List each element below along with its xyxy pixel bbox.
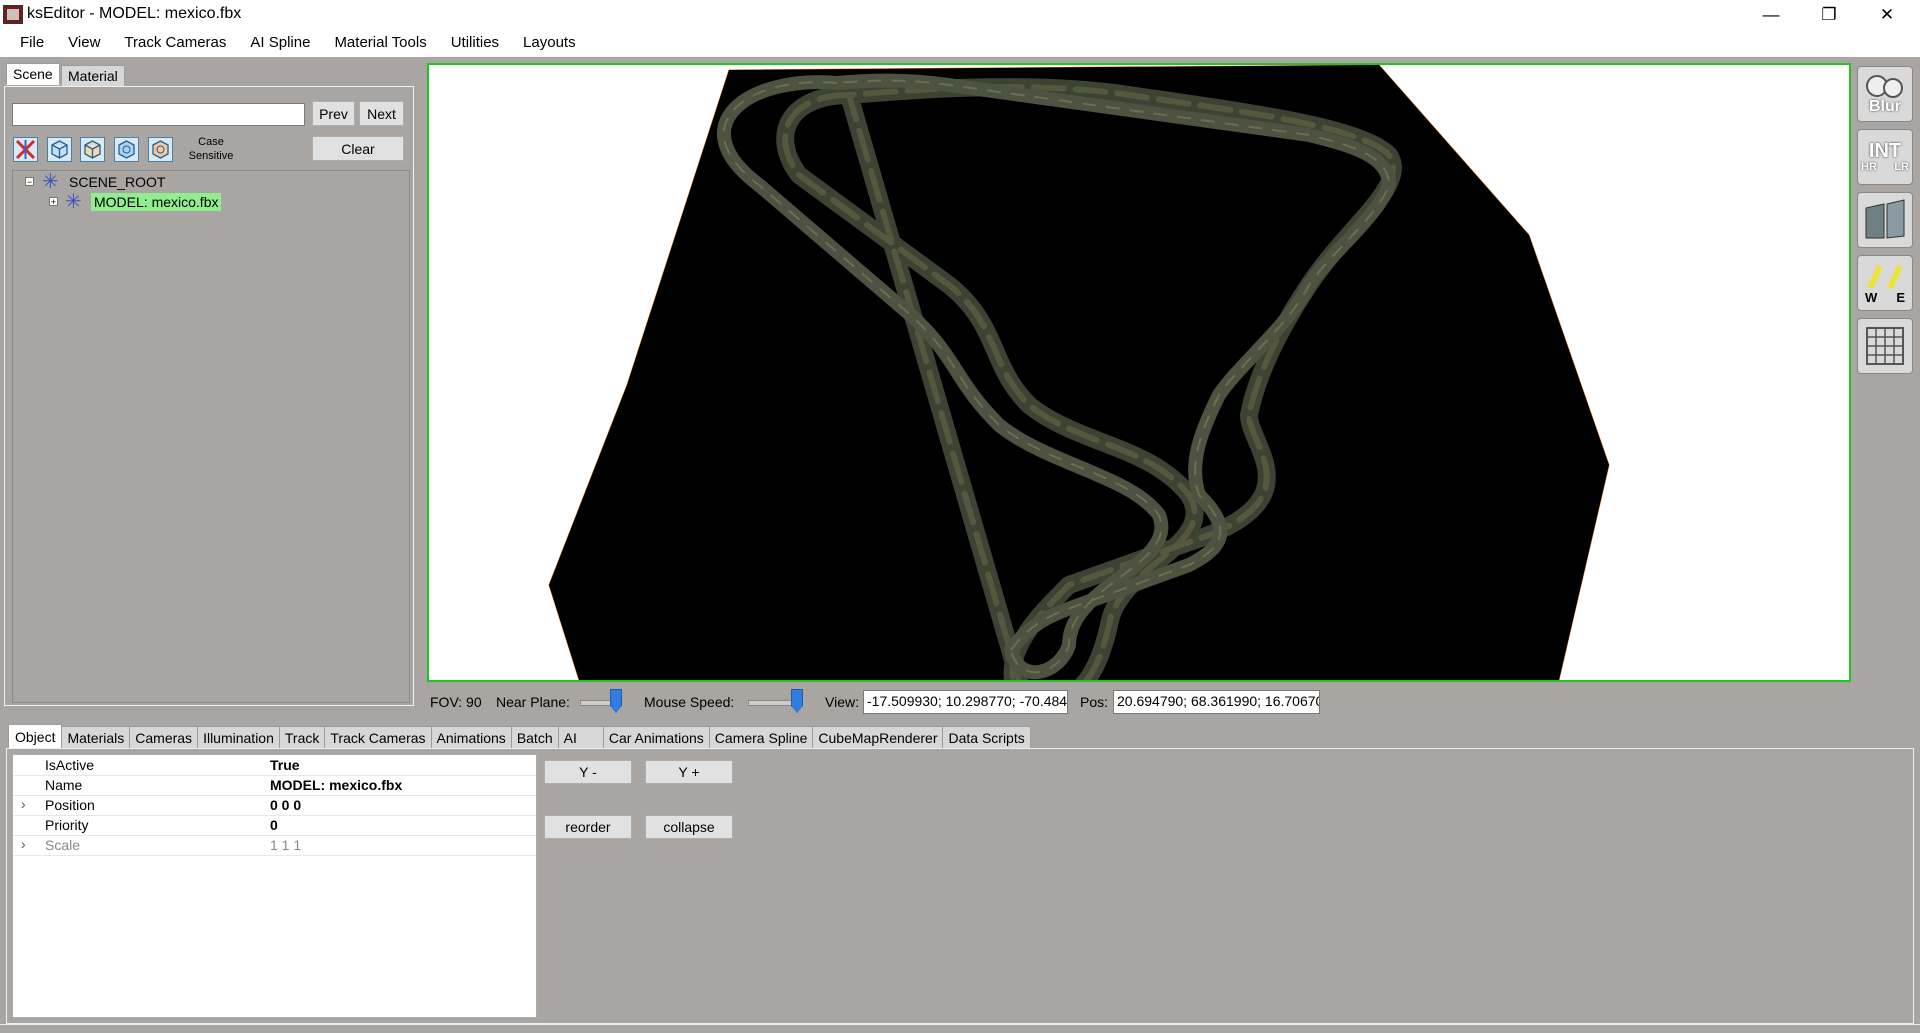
expand-position-chevron-icon[interactable]: › — [21, 796, 26, 812]
menu-material-tools[interactable]: Material Tools — [322, 29, 438, 57]
animated-filter-icon[interactable] — [148, 137, 173, 162]
tree-node-scene-root[interactable]: SCENE_ROOT — [69, 174, 165, 190]
wipers-tool-button[interactable]: W E — [1857, 255, 1913, 311]
menu-bar: File View Track Cameras AI Spline Materi… — [0, 29, 1920, 57]
all-types-filter-icon[interactable] — [13, 137, 38, 162]
collapse-button[interactable]: collapse — [645, 815, 733, 839]
tab-object[interactable]: Object — [8, 724, 63, 749]
y-plus-button[interactable]: Y + — [645, 760, 733, 784]
interior-tool-button[interactable]: INT HR LR — [1857, 129, 1913, 185]
expand-scale-chevron-icon[interactable]: › — [21, 836, 26, 852]
menu-track-cameras[interactable]: Track Cameras — [112, 29, 238, 57]
near-plane-label: Near Plane: — [496, 694, 570, 710]
tab-track[interactable]: Track — [278, 726, 326, 749]
menu-layouts[interactable]: Layouts — [511, 29, 588, 57]
gauge-icon — [1866, 75, 1903, 98]
grid-tool-button[interactable] — [1857, 318, 1913, 374]
tab-scene[interactable]: Scene — [6, 63, 60, 85]
property-row-name[interactable]: Name MODEL: mexico.fbx — [13, 775, 536, 796]
tab-illumination[interactable]: Illumination — [197, 726, 280, 749]
tab-materials[interactable]: Materials — [61, 726, 131, 749]
track-render — [548, 65, 1610, 680]
tab-data-scripts[interactable]: Data Scripts — [942, 726, 1031, 749]
window-panes-icon — [1865, 199, 1905, 239]
tab-track-cameras[interactable]: Track Cameras — [324, 726, 432, 749]
prev-button[interactable]: Prev — [312, 101, 355, 126]
reorder-button[interactable]: reorder — [544, 815, 632, 839]
scene-root-icon: ✳ — [42, 171, 59, 193]
case-sensitive-toggle[interactable]: Case Sensitive — [186, 135, 236, 163]
view-label: View: — [825, 694, 859, 710]
tab-cameras[interactable]: Cameras — [129, 726, 199, 749]
tab-material[interactable]: Material — [61, 65, 125, 87]
menu-file[interactable]: File — [8, 29, 56, 57]
menu-ai-spline[interactable]: AI Spline — [238, 29, 322, 57]
property-row-position[interactable]: › Position 0 0 0 — [13, 795, 536, 816]
maximize-button[interactable]: ❐ — [1800, 0, 1858, 29]
tab-batch[interactable]: Batch — [510, 726, 559, 749]
search-input[interactable] — [12, 103, 305, 126]
expand-model-toggle[interactable]: + — [49, 197, 58, 207]
tree-node-model[interactable]: MODEL: mexico.fbx — [91, 193, 222, 211]
tab-animations[interactable]: Animations — [430, 726, 512, 749]
clear-button[interactable]: Clear — [312, 136, 404, 161]
mouse-speed-label: Mouse Speed: — [644, 694, 735, 710]
mouse-speed-slider-thumb[interactable] — [791, 689, 803, 713]
property-grid: IsActive True Name MODEL: mexico.fbx › P… — [12, 754, 537, 1018]
scene-tree: − ✳ SCENE_ROOT + ✳ MODEL: mexico.fbx — [12, 170, 410, 703]
view-direction-field[interactable]: -17.509930; 10.298770; -70.4846 — [863, 690, 1068, 714]
minimize-button[interactable]: — — [1742, 0, 1800, 29]
wiper-icon — [1867, 264, 1903, 290]
next-button[interactable]: Next — [359, 101, 404, 126]
pos-label: Pos: — [1080, 694, 1109, 710]
menu-view[interactable]: View — [56, 29, 112, 57]
node-filter-icon[interactable] — [80, 137, 105, 162]
tab-car-animations[interactable]: Car Animations — [602, 726, 710, 749]
model-icon: ✳ — [65, 191, 82, 213]
skinned-filter-icon[interactable] — [114, 137, 139, 162]
near-plane-slider-thumb[interactable] — [610, 689, 622, 713]
property-row-scale[interactable]: › Scale 1 1 1 — [13, 835, 536, 856]
title-bar: ksEditor - MODEL: mexico.fbx — ❐ ✕ — [0, 0, 1920, 29]
close-button[interactable]: ✕ — [1858, 0, 1916, 29]
camera-position-field[interactable]: 20.694790; 68.361990; 16.70670 — [1113, 690, 1320, 714]
menu-utilities[interactable]: Utilities — [439, 29, 511, 57]
mesh-filter-icon[interactable] — [47, 137, 72, 162]
bottom-tab-bar: Object Materials Cameras Illumination Tr… — [8, 724, 1031, 749]
window-title: ksEditor - MODEL: mexico.fbx — [27, 5, 242, 22]
windows-tool-button[interactable] — [1857, 192, 1913, 248]
app-icon — [3, 5, 23, 24]
3d-viewport[interactable] — [427, 63, 1851, 682]
property-row-priority[interactable]: Priority 0 — [13, 815, 536, 836]
tab-ai[interactable]: AI — [557, 726, 604, 749]
tab-cubemaprenderer[interactable]: CubeMapRenderer — [812, 726, 944, 749]
fov-label: FOV: 90 — [430, 694, 482, 710]
grid-icon — [1866, 327, 1904, 365]
property-row-isactive[interactable]: IsActive True — [13, 755, 536, 776]
y-minus-button[interactable]: Y - — [544, 760, 632, 784]
collapse-root-toggle[interactable]: − — [25, 177, 34, 187]
blur-tool-button[interactable]: Blur — [1857, 66, 1913, 122]
tab-camera-spline[interactable]: Camera Spline — [708, 726, 814, 749]
